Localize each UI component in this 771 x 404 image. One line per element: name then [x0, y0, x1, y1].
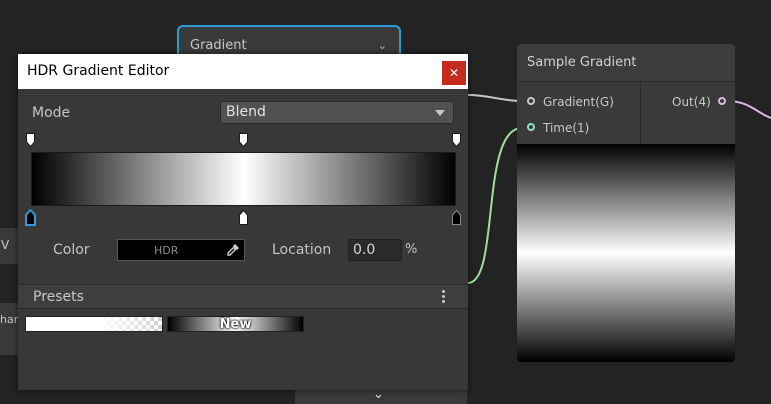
location-input[interactable]: 0.0: [348, 239, 402, 261]
left-node-partial[interactable]: V: [0, 228, 18, 264]
port-divider: [640, 82, 641, 144]
alpha-key[interactable]: [239, 133, 248, 147]
presets-label: Presets: [33, 289, 84, 305]
preset-new-label: New: [219, 317, 252, 332]
color-key[interactable]: [239, 210, 248, 225]
color-key-selected[interactable]: [25, 209, 36, 226]
sample-gradient-node[interactable]: Sample Gradient Gradient(G) Time(1) Out(…: [517, 44, 735, 362]
location-value: 0.0: [353, 242, 376, 258]
left-node-label: V: [1, 238, 10, 252]
window-title: HDR Gradient Editor: [27, 63, 170, 79]
close-button[interactable]: ✕: [442, 61, 466, 85]
left-node-label-2: har: [0, 313, 19, 326]
window-titlebar[interactable]: HDR Gradient Editor ✕: [18, 54, 468, 89]
color-field[interactable]: HDR: [117, 239, 245, 261]
percent-unit: %: [405, 242, 418, 257]
dropdown-arrow-icon: [435, 110, 445, 116]
mode-label: Mode: [32, 105, 71, 121]
preset-swatch[interactable]: [25, 316, 163, 332]
output-label: Out(4): [672, 95, 711, 109]
location-label: Location: [272, 242, 332, 258]
node-ports: Gradient(G) Time(1) Out(4): [517, 82, 735, 144]
mode-dropdown[interactable]: Blend: [220, 101, 454, 124]
gradient-node-title: Gradient: [190, 38, 247, 53]
gradient-input-label: Gradient(G): [543, 95, 614, 109]
hdr-gradient-editor-window: HDR Gradient Editor ✕ Mode Blend Color H…: [18, 54, 468, 390]
left-node-partial-2[interactable]: har: [0, 303, 18, 355]
time-input-label: Time(1): [543, 121, 590, 135]
close-icon: ✕: [448, 66, 460, 80]
color-label: Color: [53, 242, 90, 258]
gradient-bar[interactable]: [31, 152, 456, 206]
eyedropper-icon[interactable]: [225, 242, 241, 258]
time-input-port[interactable]: [527, 123, 535, 131]
node-header[interactable]: Sample Gradient: [517, 44, 735, 82]
gradient-preview: [517, 144, 735, 362]
gradient-input-port[interactable]: [527, 97, 535, 105]
chevron-down-icon[interactable]: ⌄: [378, 39, 387, 52]
kebab-menu-icon[interactable]: [442, 290, 446, 304]
output-port[interactable]: [718, 97, 726, 105]
color-key[interactable]: [452, 210, 461, 225]
presets-header[interactable]: Presets: [18, 284, 468, 309]
preset-new[interactable]: New: [167, 316, 304, 332]
mode-value: Blend: [226, 104, 266, 120]
hdr-text: HDR: [154, 244, 179, 257]
alpha-key[interactable]: [26, 133, 35, 147]
alpha-key[interactable]: [452, 133, 461, 147]
node-title: Sample Gradient: [527, 55, 637, 70]
